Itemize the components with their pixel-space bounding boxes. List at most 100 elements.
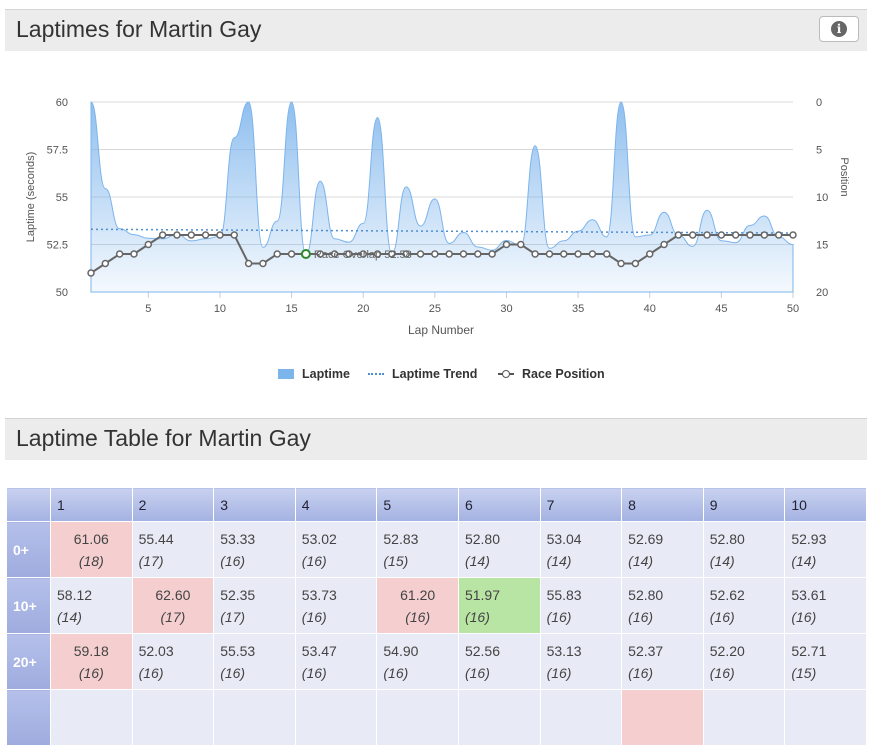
lap-cell — [702, 689, 786, 746]
lap-time: 52.56 — [464, 642, 501, 659]
lap-position: (16) — [383, 664, 409, 681]
chart-legend: Laptime Laptime Trend Race Position — [0, 367, 873, 385]
lap-cell — [784, 689, 867, 746]
legend-item-trend[interactable]: Laptime Trend — [368, 367, 477, 381]
lap-cell: 55.83 (16) — [539, 577, 623, 634]
lap-time: 52.62 — [709, 586, 745, 603]
lap-cell — [621, 689, 704, 746]
x-tick-label: 30 — [500, 303, 512, 315]
lap-cell: 52.93 (14) — [784, 521, 867, 578]
position-point — [560, 250, 568, 258]
lap-position: (16) — [138, 664, 164, 681]
column-header: 9 — [702, 487, 786, 522]
lap-time: 54.90 — [383, 642, 419, 659]
position-point — [488, 250, 496, 258]
lap-cell: 52.03 (16) — [131, 633, 215, 690]
lap-position: (14) — [791, 552, 817, 569]
lap-position: (16) — [709, 664, 735, 681]
column-header: 8 — [621, 487, 704, 522]
legend-swatch-laptime — [278, 369, 294, 379]
y2-tick-label: 0 — [816, 97, 822, 109]
x-tick-label: 10 — [214, 303, 226, 315]
lap-position: (16) — [628, 608, 654, 625]
legend-item-laptime[interactable]: Laptime — [278, 367, 350, 381]
position-point — [645, 250, 654, 258]
table-header-row: 1 2 3 4 5 6 7 8 9 10 — [6, 487, 867, 522]
lap-position: (16) — [464, 664, 490, 681]
lap-cell: 53.47 (16) — [294, 633, 378, 690]
position-point — [101, 259, 110, 268]
legend-item-position[interactable]: Race Position — [498, 367, 605, 381]
legend-swatch-position — [498, 370, 514, 378]
position-point — [717, 231, 726, 239]
lap-position: (14) — [709, 552, 735, 569]
y2-tick-label: 15 — [816, 240, 828, 252]
row-header: 20+ — [6, 633, 51, 690]
lap-time: 53.61 — [791, 586, 827, 603]
y-tick-label: 60 — [56, 97, 68, 109]
lap-cell — [131, 689, 215, 746]
y-tick-label: 55 — [56, 192, 68, 204]
lap-position: (15) — [383, 552, 409, 569]
position-point — [130, 250, 138, 258]
position-point — [158, 231, 167, 239]
lap-position: (16) — [628, 664, 654, 681]
position-point — [545, 250, 554, 258]
x-tick-label: 35 — [572, 303, 584, 315]
row-header — [6, 689, 51, 746]
position-point — [115, 250, 124, 258]
y-tick-label: 52.5 — [47, 240, 68, 252]
position-point — [474, 250, 482, 258]
lap-position: (17) — [138, 552, 164, 569]
table-row: 20+ 59.18 (16) 52.03 (16) 55.53 (16) 53.47 (16) 5… — [6, 633, 867, 690]
lap-cell: 52.80 (14) — [702, 521, 786, 578]
column-header: 5 — [376, 487, 459, 522]
legend-label-laptime: Laptime — [302, 367, 350, 381]
info-icon: i — [831, 21, 847, 37]
lap-position: (14) — [546, 552, 572, 569]
laptime-table: 1 2 3 4 5 6 7 8 9 10 0+ 61.06 (18) 55.44 (17… — [6, 487, 867, 746]
lap-cell: 52.62 (16) — [702, 577, 786, 634]
lap-position: (17) — [220, 608, 246, 625]
position-point — [531, 250, 539, 258]
table-panel-header: Laptime Table for Martin Gay — [5, 418, 867, 460]
lap-cell: 61.20 (16) — [376, 577, 459, 634]
lap-time: 62.60 — [155, 586, 191, 603]
lap-cell: 52.35 (17) — [213, 577, 296, 634]
position-point — [774, 231, 783, 239]
lap-time: 58.12 — [57, 586, 93, 603]
lap-cell: 55.44 (17) — [131, 521, 215, 578]
column-header: 6 — [457, 487, 541, 522]
table-row: 0+ 61.06 (18) 55.44 (17) 53.33 (16) 53.02 (16) 52… — [6, 521, 867, 578]
lap-cell — [539, 689, 623, 746]
y2-tick-label: 10 — [816, 192, 828, 204]
position-point — [574, 250, 582, 258]
position-point — [416, 250, 425, 258]
lap-cell: 52.80 (14) — [457, 521, 541, 578]
lap-time: 52.83 — [383, 530, 419, 547]
position-point — [431, 250, 439, 258]
legend-label-trend: Laptime Trend — [392, 367, 478, 381]
info-button[interactable]: i — [819, 16, 859, 42]
lap-time: 53.04 — [546, 530, 582, 547]
position-point — [603, 250, 611, 258]
lap-position: (16) — [546, 664, 572, 681]
lap-time: 53.33 — [220, 530, 256, 547]
lap-cell: 53.33 (16) — [213, 521, 296, 578]
position-point — [631, 259, 640, 268]
position-point — [87, 269, 95, 277]
chart-panel-header: Laptimes for Martin Gay i — [5, 9, 867, 51]
lap-time: 53.73 — [301, 586, 337, 603]
overlap-label: Race Overlap 52.58 — [314, 249, 412, 261]
lap-time: 55.44 — [138, 530, 174, 547]
y2-axis-title: Position — [838, 157, 850, 196]
lap-time: 52.35 — [220, 586, 256, 603]
lap-position: (16) — [791, 608, 817, 625]
lap-cell: 62.60 (17) — [131, 577, 215, 634]
row-header: 10+ — [6, 577, 51, 634]
corner-cell — [6, 487, 51, 522]
lap-position: (14) — [464, 552, 490, 569]
lap-cell: 55.53 (16) — [213, 633, 296, 690]
lap-position: (16) — [301, 552, 327, 569]
column-header: 4 — [294, 487, 378, 522]
